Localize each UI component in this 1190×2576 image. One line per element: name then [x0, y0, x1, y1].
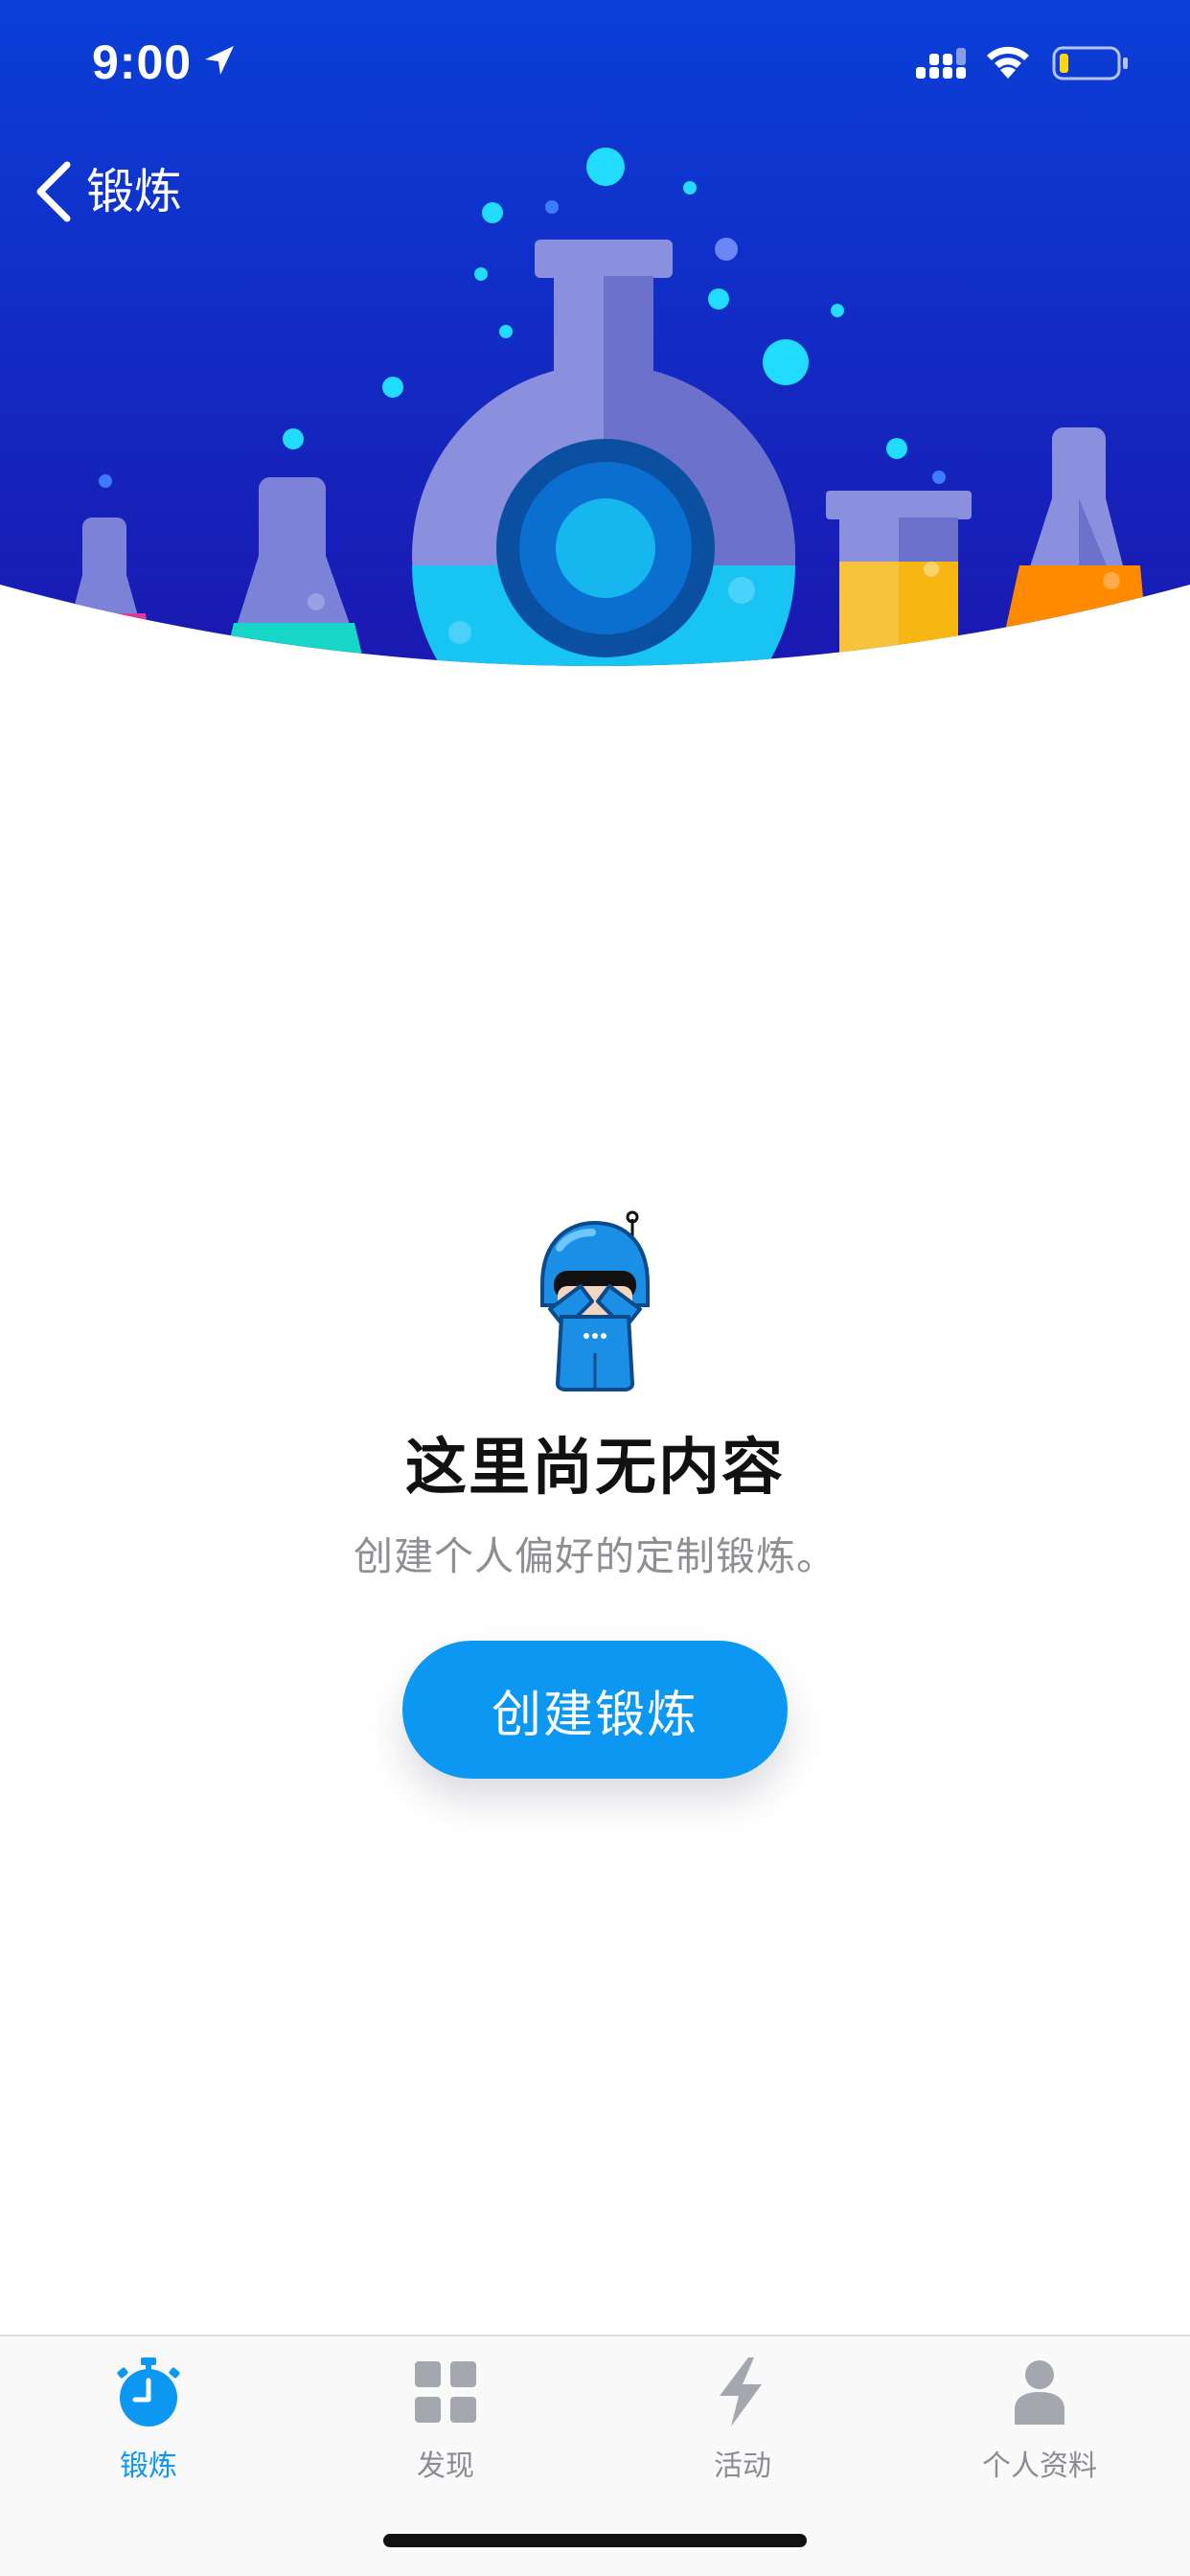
battery-low-icon: [1052, 46, 1128, 80]
tab-discover[interactable]: 发现: [297, 2356, 594, 2518]
tab-label: 发现: [417, 2450, 474, 2483]
stopwatch-icon: [117, 2358, 180, 2426]
beaker-right: [826, 491, 972, 666]
tab-label: 锻炼: [120, 2450, 177, 2483]
tab-workouts[interactable]: 锻炼: [0, 2356, 297, 2518]
status-bar: 9:00: [0, 0, 1190, 128]
home-indicator[interactable]: [383, 2534, 807, 2547]
grid-icon: [415, 2361, 476, 2423]
wifi-icon: [987, 46, 1029, 79]
workout-screen: 9:00 锻炼 这里尚无内容 创建个人偏好的定制锻炼。 创建锻炼 锻炼 发现 活…: [0, 0, 1190, 2576]
person-icon: [1015, 2360, 1064, 2425]
tab-activity[interactable]: 活动: [594, 2356, 891, 2518]
back-button[interactable]: 锻炼: [33, 153, 182, 230]
tab-label: 活动: [714, 2450, 771, 2483]
create-workout-button[interactable]: 创建锻炼: [402, 1641, 788, 1779]
empty-state-subtitle: 创建个人偏好的定制锻炼。: [354, 1533, 836, 1579]
cellular-signal-icon: [916, 48, 966, 79]
tab-label: 个人资料: [982, 2450, 1097, 2483]
status-time: 9:00: [92, 35, 193, 89]
back-label: 锻炼: [86, 164, 182, 219]
empty-state-title: 这里尚无内容: [405, 1433, 785, 1504]
location-arrow-icon: [205, 46, 234, 75]
chevron-left-icon: [36, 161, 71, 222]
robot-mascot-icon: [540, 1210, 650, 1392]
lightning-icon: [720, 2358, 762, 2426]
tab-profile[interactable]: 个人资料: [891, 2356, 1188, 2518]
